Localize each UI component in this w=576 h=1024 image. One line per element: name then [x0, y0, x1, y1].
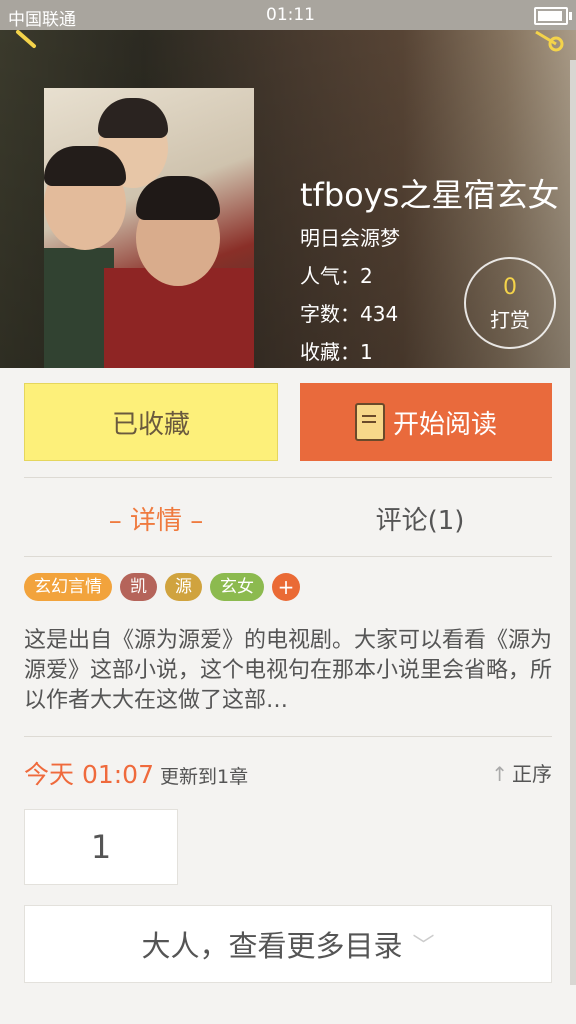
update-message: 更新到1章 — [160, 766, 249, 788]
battery-icon — [534, 7, 572, 25]
tag-chip[interactable]: 玄幻言情 — [24, 573, 112, 601]
book-author[interactable]: 明日会源梦 — [300, 222, 400, 251]
book-icon — [354, 403, 385, 441]
tip-count: 0 — [503, 275, 517, 300]
add-tag-button[interactable]: + — [272, 573, 300, 601]
scrollbar[interactable] — [570, 60, 576, 985]
collected-label: 已收藏 — [111, 409, 190, 440]
popularity-stat: 人气：2 — [300, 264, 373, 288]
word-count-stat: 字数：434 — [300, 302, 399, 326]
tag-chip[interactable]: 凯 — [120, 573, 157, 601]
back-arrow-icon[interactable] — [14, 30, 40, 50]
carrier-label: 中国联通 — [8, 10, 76, 30]
chapter-number: 1 — [90, 828, 112, 866]
tab-comments[interactable]: 评论(1) — [288, 500, 552, 537]
more-catalog-button[interactable]: 大人，查看更多目录 ﹀ — [24, 905, 552, 983]
tab-details[interactable]: – 详情 – — [24, 500, 288, 537]
divider — [24, 736, 552, 737]
book-cover-image[interactable] — [44, 88, 254, 368]
sort-order-button[interactable]: ↑ 正序 — [491, 758, 552, 787]
update-time: 今天 01:07 — [24, 760, 154, 789]
status-time: 01:11 — [266, 5, 315, 25]
tag-chip[interactable]: 玄女 — [210, 573, 264, 601]
divider — [24, 556, 552, 557]
more-catalog-label: 大人，查看更多目录 — [141, 929, 403, 963]
start-reading-label: 开始阅读 — [392, 409, 497, 440]
favorites-stat: 收藏：1 — [300, 340, 373, 364]
chevron-down-icon: ﹀ — [412, 934, 435, 959]
tip-label: 打赏 — [490, 308, 530, 332]
arrow-up-icon: ↑ — [491, 762, 508, 786]
status-bar: 中国联通 01:11 — [0, 0, 576, 30]
share-icon[interactable] — [530, 30, 564, 54]
sort-order-label: 正序 — [512, 762, 552, 786]
divider — [24, 477, 552, 478]
book-header: tfboys之星宿玄女 明日会源梦 人气：2 字数：434 收藏：1 0 打赏 — [0, 30, 576, 368]
book-description[interactable]: 这是出自《源为源爱》的电视剧。大家可以看看《源为源爱》这部小说，这个电视句在那本… — [24, 626, 552, 716]
tag-chip[interactable]: 源 — [165, 573, 202, 601]
tag-list: 玄幻言情 凯 源 玄女 + — [24, 573, 300, 601]
chapter-item[interactable]: 1 — [24, 809, 178, 885]
update-info: 今天 01:07 更新到1章 — [24, 755, 248, 791]
book-title: tfboys之星宿玄女 — [300, 176, 560, 214]
start-reading-button[interactable]: 开始阅读 — [300, 383, 552, 461]
collected-button[interactable]: 已收藏 — [24, 383, 278, 461]
tip-button[interactable]: 0 打赏 — [464, 257, 556, 349]
